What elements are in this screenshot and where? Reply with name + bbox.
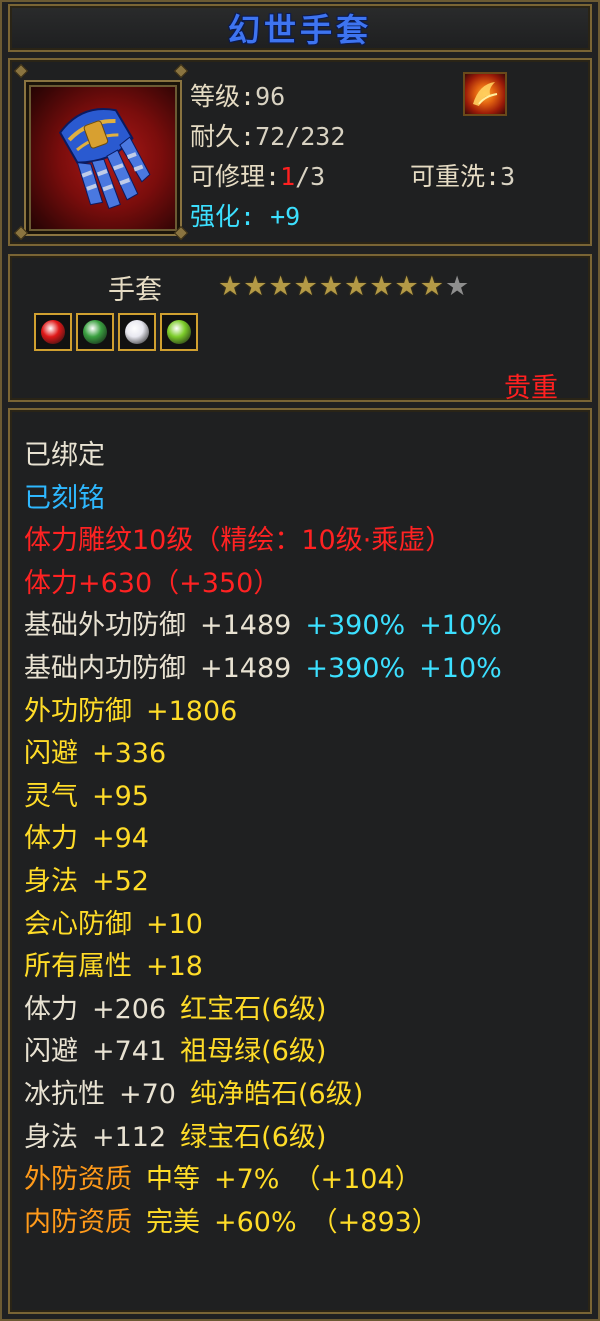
attribute-text: +1806 bbox=[146, 695, 238, 727]
attribute-text: +7% bbox=[214, 1164, 280, 1196]
repair-stat: 可修理:1/3 bbox=[190, 162, 326, 191]
attribute-text: 体力 bbox=[24, 993, 78, 1025]
attribute-row: 体力 +94 bbox=[24, 820, 516, 863]
star-empty-icon: ★ bbox=[444, 271, 470, 302]
attribute-text: +206 bbox=[92, 993, 167, 1025]
attribute-text: +390% bbox=[305, 610, 406, 642]
green-gem-icon[interactable] bbox=[76, 313, 114, 351]
attribute-text: 身法 bbox=[24, 865, 78, 897]
attribute-row: 基础内功防御 +1489 +390% +10% bbox=[24, 650, 516, 693]
attribute-row: 体力 +206 红宝石(6级) bbox=[24, 991, 516, 1034]
attribute-text: +10% bbox=[419, 652, 502, 684]
attribute-text: 闪避 bbox=[24, 738, 78, 770]
attribute-text: 祖母绿(6级) bbox=[180, 1036, 327, 1068]
attribute-row: 已绑定 bbox=[24, 437, 516, 480]
attribute-text: 绿宝石(6级) bbox=[180, 1121, 327, 1153]
attribute-text: +741 bbox=[92, 1036, 167, 1068]
durability-stat: 耐久:72/232 bbox=[190, 122, 346, 151]
attribute-text: （+893） bbox=[310, 1206, 439, 1238]
attribute-text: +52 bbox=[92, 865, 149, 897]
attribute-row: 基础外功防御 +1489 +390% +10% bbox=[24, 607, 516, 650]
white-gem-icon[interactable] bbox=[118, 313, 156, 351]
attribute-text: +60% bbox=[214, 1206, 297, 1238]
star-filled-icon: ★ bbox=[369, 271, 394, 302]
star-filled-icon: ★ bbox=[318, 271, 344, 302]
attribute-row: 闪避 +336 bbox=[24, 735, 516, 778]
light-green-gem-icon[interactable] bbox=[160, 313, 198, 351]
gem-core bbox=[125, 320, 149, 344]
attribute-text: 所有属性 bbox=[24, 951, 132, 983]
attribute-text: 灵气 bbox=[24, 780, 78, 812]
attribute-row: 内防资质 完美 +60% （+893） bbox=[24, 1204, 516, 1247]
star-filled-icon: ★ bbox=[243, 271, 268, 302]
attribute-text: 体力+630（+350） bbox=[24, 567, 281, 599]
attribute-text: 完美 bbox=[146, 1206, 200, 1238]
rewash-stat: 可重洗:3 bbox=[410, 162, 516, 191]
attribute-text: +1489 bbox=[200, 652, 292, 684]
attribute-text: 体力 bbox=[24, 823, 78, 855]
rarity-label: 贵重 bbox=[504, 373, 558, 404]
attribute-text: 已绑定 bbox=[24, 440, 105, 471]
attribute-text: 已刻铭 bbox=[24, 482, 105, 514]
attribute-row: 外功防御 +1806 bbox=[24, 693, 516, 736]
attribute-text: +95 bbox=[92, 780, 149, 812]
attribute-row: 身法 +52 bbox=[24, 863, 516, 906]
item-name: 幻世手套 bbox=[227, 11, 372, 49]
attribute-text: +336 bbox=[92, 738, 167, 770]
red-gem-icon[interactable] bbox=[34, 313, 72, 351]
attribute-text: 闪避 bbox=[24, 1036, 78, 1068]
star-rating: ★ ★ ★ ★ ★ ★ ★ ★ ★ ★ bbox=[218, 272, 469, 302]
attribute-text: 外防资质 bbox=[24, 1164, 132, 1196]
star-filled-icon: ★ bbox=[394, 271, 419, 302]
attribute-row: 体力+630（+350） bbox=[24, 565, 516, 608]
star-filled-icon: ★ bbox=[419, 271, 444, 302]
attribute-text: +10% bbox=[419, 610, 502, 642]
gem-core bbox=[83, 320, 107, 344]
attribute-text: 内防资质 bbox=[24, 1206, 132, 1238]
gem-core bbox=[41, 320, 65, 344]
attribute-text: +390% bbox=[305, 652, 406, 684]
enhance-stat: 强化: +9 bbox=[190, 202, 301, 231]
attribute-text: +18 bbox=[146, 951, 203, 983]
gem-core bbox=[167, 320, 191, 344]
attribute-row: 所有属性 +18 bbox=[24, 948, 516, 991]
attribute-text: 外功防御 bbox=[24, 695, 132, 727]
attribute-text: +94 bbox=[92, 823, 149, 855]
attribute-text: +1489 bbox=[200, 610, 292, 642]
attribute-text: （+104） bbox=[293, 1164, 422, 1196]
attribute-row: 外防资质 中等 +7% （+104） bbox=[24, 1161, 516, 1204]
attribute-row: 会心防御 +10 bbox=[24, 906, 516, 949]
attribute-row: 闪避 +741 祖母绿(6级) bbox=[24, 1033, 516, 1076]
attribute-row: 已刻铭 bbox=[24, 480, 516, 523]
attribute-row: 冰抗性 +70 纯净皓石(6级) bbox=[24, 1076, 516, 1119]
attribute-text: 基础外功防御 bbox=[24, 610, 186, 642]
gauntlet-icon bbox=[24, 80, 182, 236]
attribute-text: +70 bbox=[119, 1078, 176, 1110]
attribute-text: +10 bbox=[146, 908, 203, 940]
flame-emblem-icon bbox=[463, 72, 507, 116]
gem-sockets bbox=[34, 313, 198, 351]
attribute-row: 灵气 +95 bbox=[24, 778, 516, 821]
level-stat: 等级:96 bbox=[190, 82, 286, 111]
star-filled-icon: ★ bbox=[293, 271, 318, 302]
item-type: 手套 bbox=[108, 275, 162, 306]
attribute-text: 会心防御 bbox=[24, 908, 132, 940]
attribute-text: 红宝石(6级) bbox=[180, 993, 327, 1025]
attribute-row: 体力雕纹10级（精绘：10级·乘虚） bbox=[24, 522, 516, 565]
attribute-list: 已绑定已刻铭体力雕纹10级（精绘：10级·乘虚） 体力+630（+350） 基础外功… bbox=[24, 437, 516, 1246]
attribute-text: 基础内功防御 bbox=[24, 652, 186, 684]
title-bar: 幻世手套 bbox=[8, 4, 592, 52]
attribute-text: 冰抗性 bbox=[24, 1078, 105, 1110]
attribute-text: 纯净皓石(6级) bbox=[189, 1078, 364, 1110]
attribute-text: +112 bbox=[92, 1121, 167, 1153]
attribute-text: 体力雕纹10级（精绘：10级·乘虚） bbox=[24, 525, 453, 557]
attribute-text: 中等 bbox=[146, 1164, 200, 1196]
star-filled-icon: ★ bbox=[344, 271, 369, 302]
star-filled-icon: ★ bbox=[268, 271, 293, 302]
attribute-text: 身法 bbox=[24, 1121, 78, 1153]
star-filled-icon: ★ bbox=[218, 271, 243, 302]
attribute-row: 身法 +112 绿宝石(6级) bbox=[24, 1119, 516, 1162]
